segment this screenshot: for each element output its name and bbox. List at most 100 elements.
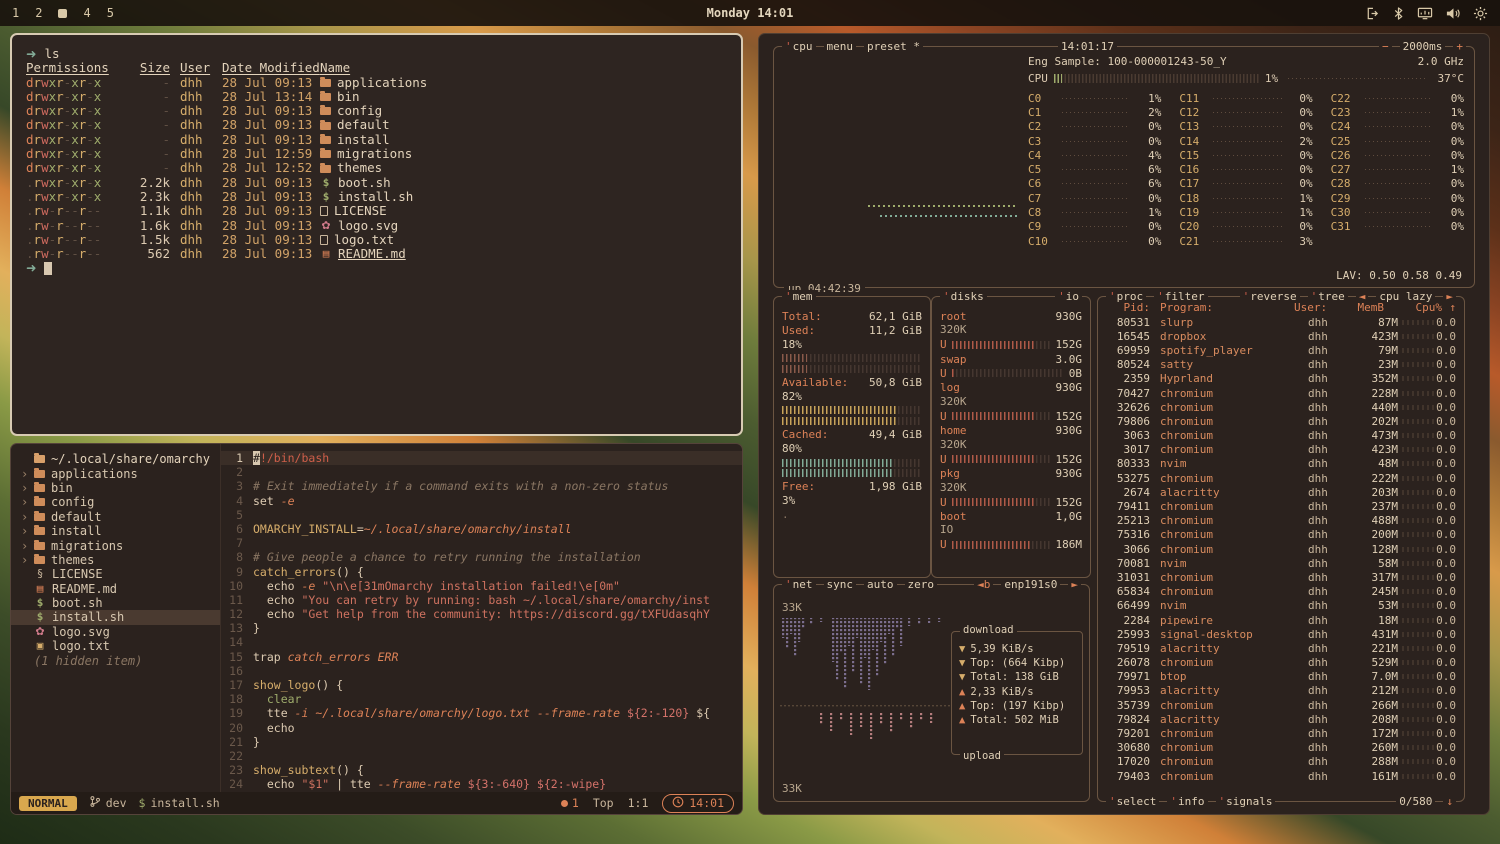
process-row[interactable]: 79519alacrittydhh221M0.0 bbox=[1106, 641, 1456, 655]
process-row[interactable]: 3066chromiumdhh128M0.0 bbox=[1106, 542, 1456, 556]
sort-next-button[interactable]: ► bbox=[1443, 290, 1456, 303]
memory-panel-title[interactable]: mem bbox=[782, 290, 816, 303]
editor-window[interactable]: ~/.local/share/omarchy›applications›bin›… bbox=[10, 443, 743, 815]
process-row[interactable]: 2284pipewiredhh18M0.0 bbox=[1106, 613, 1456, 627]
tree-item-migrations[interactable]: ›migrations bbox=[11, 538, 220, 552]
process-row[interactable]: 31031chromiumdhh317M0.0 bbox=[1106, 570, 1456, 584]
iface-prev-button[interactable]: ◄b bbox=[974, 578, 993, 591]
process-row[interactable]: 80531slurpdhh87M0.0 bbox=[1106, 315, 1456, 329]
process-row[interactable]: 2359Hyprlanddhh352M0.0 bbox=[1106, 372, 1456, 386]
workspace-5[interactable]: 5 bbox=[107, 7, 114, 19]
process-row[interactable]: 70081nvimdhh58M0.0 bbox=[1106, 556, 1456, 570]
clock[interactable]: Monday 14:01 bbox=[707, 6, 794, 20]
cpu-total-gauge: CPU 1% 37°C bbox=[1028, 71, 1464, 86]
tree-item-logo.txt[interactable]: ▣logo.txt bbox=[11, 639, 220, 653]
mem-meter bbox=[782, 417, 922, 425]
tree-item-default[interactable]: ›default bbox=[11, 510, 220, 524]
tree-item-install[interactable]: ›install bbox=[11, 524, 220, 538]
tree-item-install.sh[interactable]: $install.sh bbox=[11, 610, 220, 624]
process-row[interactable]: 80524sattydhh23M0.0 bbox=[1106, 358, 1456, 372]
process-row[interactable]: 79971btopdhh7.0M0.0 bbox=[1106, 670, 1456, 684]
io-mode-button[interactable]: io bbox=[1055, 290, 1082, 303]
info-button[interactable]: info bbox=[1167, 795, 1207, 808]
process-pid: 69959 bbox=[1106, 344, 1150, 357]
logout-icon[interactable] bbox=[1365, 6, 1380, 21]
workspace-3-active[interactable] bbox=[58, 9, 67, 18]
terminal-window[interactable]: ➜ ls PermissionsSizeUserDate ModifiedNam… bbox=[10, 33, 743, 436]
process-row[interactable]: 26078chromiumdhh529M0.0 bbox=[1106, 656, 1456, 670]
code-line: 12 echo "Get help from the community: ht… bbox=[221, 607, 742, 621]
btop-window[interactable]: cpu menu preset * 14:01:17 − 2000ms + En… bbox=[758, 33, 1490, 815]
process-panel-title[interactable]: proc bbox=[1106, 290, 1146, 303]
net-sync-button[interactable]: sync bbox=[824, 578, 857, 591]
net-zero-button[interactable]: zero bbox=[905, 578, 938, 591]
select-button[interactable]: select bbox=[1106, 795, 1159, 808]
process-row[interactable]: 35739chromiumdhh266M0.0 bbox=[1106, 698, 1456, 712]
volume-icon[interactable] bbox=[1445, 6, 1461, 21]
process-mem: 317M bbox=[1354, 571, 1398, 584]
interval-decrease-button[interactable]: − bbox=[1379, 40, 1392, 53]
mem-meter-fill bbox=[782, 406, 897, 414]
process-row[interactable]: 79403chromiumdhh161M0.0 bbox=[1106, 769, 1456, 783]
menu-button[interactable]: menu bbox=[824, 40, 857, 53]
process-row[interactable]: 16545dropboxdhh423M0.0 bbox=[1106, 329, 1456, 343]
line-text: echo -e "\n\e[31mOmarchy installation fa… bbox=[253, 579, 742, 593]
process-row[interactable]: 79806chromiumdhh202M0.0 bbox=[1106, 414, 1456, 428]
code-editor[interactable]: 1#!/bin/bash23# Exit immediately if a co… bbox=[221, 444, 742, 792]
clock-icon bbox=[672, 796, 684, 811]
net-auto-button[interactable]: auto bbox=[864, 578, 897, 591]
signals-button[interactable]: signals bbox=[1216, 795, 1276, 808]
tree-item-logo.svg[interactable]: ✿logo.svg bbox=[11, 625, 220, 639]
download-stat: ▼Total: 138 GiB bbox=[952, 670, 1082, 684]
preset-button[interactable]: preset * bbox=[864, 40, 923, 53]
tree-item-readme.md[interactable]: ▤README.md bbox=[11, 582, 220, 596]
process-row[interactable]: 79201chromiumdhh172M0.0 bbox=[1106, 726, 1456, 740]
tree-item-bin[interactable]: ›bin bbox=[11, 481, 220, 495]
process-row[interactable]: 70427chromiumdhh228M0.0 bbox=[1106, 386, 1456, 400]
disks-panel-title[interactable]: disks bbox=[940, 290, 987, 303]
process-row[interactable]: 69959spotify_playerdhh79M0.0 bbox=[1106, 343, 1456, 357]
settings-gear-icon[interactable] bbox=[1473, 6, 1488, 21]
tree-item-config[interactable]: ›config bbox=[11, 495, 220, 509]
process-row[interactable]: 79824alacrittydhh208M0.0 bbox=[1106, 712, 1456, 726]
process-row[interactable]: 3017chromiumdhh423M0.0 bbox=[1106, 443, 1456, 457]
workspace-2[interactable]: 2 bbox=[35, 7, 42, 19]
scroll-down-icon[interactable]: ↓ bbox=[1443, 795, 1456, 808]
process-row[interactable]: 79411chromiumdhh237M0.0 bbox=[1106, 499, 1456, 513]
interval-increase-button[interactable]: + bbox=[1453, 40, 1466, 53]
iface-next-button[interactable]: ► bbox=[1068, 578, 1081, 591]
process-row[interactable]: 30680chromiumdhh260M0.0 bbox=[1106, 741, 1456, 755]
disk-io: 320K bbox=[940, 395, 1082, 409]
reverse-button[interactable]: reverse bbox=[1240, 290, 1300, 303]
cpu-panel-title[interactable]: cpu bbox=[782, 40, 816, 53]
process-row[interactable]: 66499nvimdhh53M0.0 bbox=[1106, 599, 1456, 613]
network-panel-title[interactable]: net bbox=[782, 578, 816, 591]
process-row[interactable]: 25993signal-desktopdhh431M0.0 bbox=[1106, 627, 1456, 641]
tree-item-themes[interactable]: ›themes bbox=[11, 553, 220, 567]
process-row[interactable]: 65834chromiumdhh245M0.0 bbox=[1106, 585, 1456, 599]
terminal-prompt[interactable]: ➜ bbox=[26, 261, 727, 275]
process-row[interactable]: 53275chromiumdhh222M0.0 bbox=[1106, 471, 1456, 485]
tree-item-license[interactable]: §LICENSE bbox=[11, 567, 220, 581]
filter-button[interactable]: filter bbox=[1154, 290, 1207, 303]
process-row[interactable]: 3063chromiumdhh473M0.0 bbox=[1106, 429, 1456, 443]
sort-prev-button[interactable]: ◄ bbox=[1356, 290, 1369, 303]
tree-button[interactable]: tree bbox=[1308, 290, 1348, 303]
process-row[interactable]: 32626chromiumdhh440M0.0 bbox=[1106, 400, 1456, 414]
status-clock-time: 14:01 bbox=[689, 796, 724, 810]
workspace-4[interactable]: 4 bbox=[83, 7, 90, 19]
process-row[interactable]: 79953alacrittydhh212M0.0 bbox=[1106, 684, 1456, 698]
process-row[interactable]: 17020chromiumdhh288M0.0 bbox=[1106, 755, 1456, 769]
bluetooth-icon[interactable] bbox=[1392, 6, 1405, 21]
process-row[interactable]: 80333nvimdhh48M0.0 bbox=[1106, 457, 1456, 471]
tree-item-boot.sh[interactable]: $boot.sh bbox=[11, 596, 220, 610]
workspace-1[interactable]: 1 bbox=[12, 7, 19, 19]
tree-item-applications[interactable]: ›applications bbox=[11, 466, 220, 480]
tree-item--1-hidden-item-[interactable]: (1 hidden item) bbox=[11, 653, 220, 667]
process-row[interactable]: 25213chromiumdhh488M0.0 bbox=[1106, 514, 1456, 528]
core-percent: 6% bbox=[1137, 177, 1161, 190]
process-row[interactable]: 75316chromiumdhh200M0.0 bbox=[1106, 528, 1456, 542]
process-row[interactable]: 2674alacrittydhh203M0.0 bbox=[1106, 485, 1456, 499]
tree-item--.local-share-omarchy[interactable]: ~/.local/share/omarchy bbox=[11, 452, 220, 466]
display-icon[interactable] bbox=[1417, 6, 1433, 21]
